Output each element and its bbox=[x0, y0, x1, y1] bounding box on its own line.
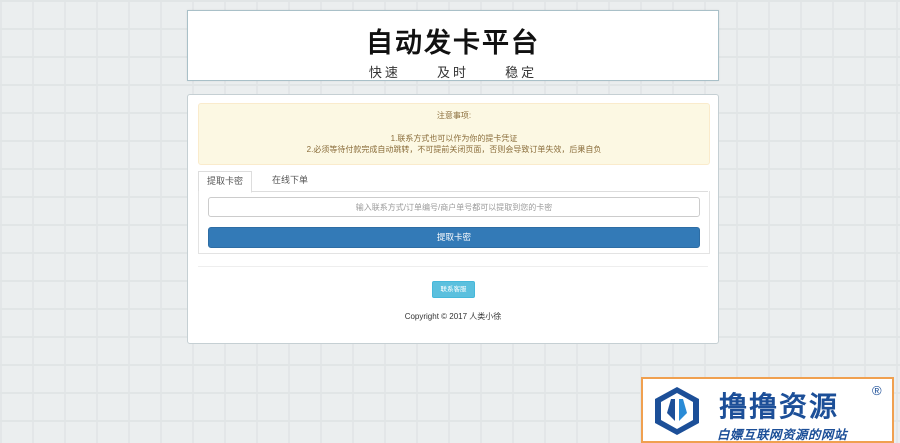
query-input[interactable] bbox=[208, 197, 700, 217]
slogan-word: 稳定 bbox=[505, 66, 538, 81]
divider bbox=[198, 266, 708, 267]
slogan-word: 快速 bbox=[368, 66, 401, 81]
notice-alert: 注意事项: 1.联系方式也可以作为你的提卡凭证 2.必须等待付款完成自动跳转，不… bbox=[198, 103, 710, 165]
site-slogan: 快速 及时 稳定 bbox=[188, 62, 718, 81]
ll-logo-icon bbox=[655, 387, 699, 435]
registered-mark: ® bbox=[872, 383, 882, 398]
watermark-brand: 撸撸资源 bbox=[719, 390, 840, 423]
extract-card-button[interactable]: 提取卡密 bbox=[208, 227, 700, 248]
copyright-text: Copyright © 2017 人类小徐 bbox=[404, 312, 502, 321]
site-title: 自动发卡平台 bbox=[366, 28, 540, 59]
tab-bar: 提取卡密 在线下单 bbox=[198, 171, 708, 193]
tab-extract-card[interactable]: 提取卡密 bbox=[198, 171, 253, 193]
watermark-banner: 撸撸资源 ® 白嫖互联网资源的网站 bbox=[641, 377, 894, 443]
main-panel: 注意事项: 1.联系方式也可以作为你的提卡凭证 2.必须等待付款完成自动跳转，不… bbox=[187, 94, 719, 344]
watermark-subtitle: 白嫖互联网资源的网站 bbox=[717, 427, 848, 442]
notice-body: 1.联系方式也可以作为你的提卡凭证 2.必须等待付款完成自动跳转，不可提前关闭页… bbox=[199, 133, 709, 155]
tab-online-order[interactable]: 在线下单 bbox=[264, 171, 316, 190]
notice-line: 2.必须等待付款完成自动跳转，不可提前关闭页面，否则会导致订单失效，后果自负 bbox=[306, 145, 602, 154]
notice-line: 1.联系方式也可以作为你的提卡凭证 bbox=[390, 134, 518, 143]
notice-title: 注意事项: bbox=[436, 111, 472, 120]
site-header: 自动发卡平台 快速 及时 稳定 bbox=[187, 10, 719, 81]
slogan-word: 及时 bbox=[436, 66, 469, 81]
extract-form: 提取卡密 bbox=[198, 191, 710, 254]
contact-service-button[interactable]: 联系客服 bbox=[432, 281, 475, 298]
